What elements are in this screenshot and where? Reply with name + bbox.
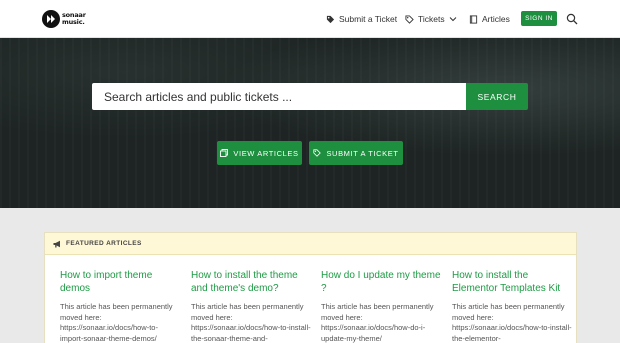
- article-excerpt: This article has been permanently moved …: [321, 302, 434, 343]
- featured-articles-title: FEATURED ARTICLES: [66, 240, 142, 247]
- article-card: How to install the theme and theme's dem…: [191, 269, 311, 343]
- search-box: [92, 83, 467, 110]
- nav-tickets[interactable]: Tickets: [405, 0, 457, 38]
- nav-articles[interactable]: Articles: [469, 0, 510, 38]
- search-input[interactable]: [92, 83, 467, 110]
- article-excerpt: This article has been permanently moved …: [191, 302, 311, 343]
- tag-icon: [313, 149, 322, 157]
- article-title-link[interactable]: How do I update my theme ?: [321, 269, 441, 295]
- featured-articles-header: FEATURED ARTICLES: [45, 233, 576, 255]
- sonaar-logo[interactable]: sonaar music.: [42, 9, 102, 29]
- megaphone-icon: [53, 240, 60, 247]
- chevron-down-icon: [449, 17, 456, 22]
- logo-mark-icon: [42, 10, 60, 28]
- submit-ticket-button[interactable]: SUBMIT A TICKET: [309, 141, 403, 165]
- tag-icon: [326, 15, 335, 23]
- search-button[interactable]: SEARCH: [466, 83, 528, 110]
- article-excerpt: This article has been permanently moved …: [452, 302, 572, 343]
- book-icon: [469, 14, 478, 24]
- article-card: How do I update my theme ? This article …: [321, 269, 441, 343]
- hero-section: SEARCH VIEW ARTICLES SUBMIT A TICKET: [0, 38, 620, 208]
- nav-tickets-label: Tickets: [418, 14, 445, 24]
- article-title-link[interactable]: How to install the Elementor Templates K…: [452, 269, 572, 295]
- search-icon[interactable]: [566, 13, 578, 25]
- hero-background: [0, 38, 620, 208]
- tag-outline-icon: [405, 14, 414, 24]
- article-excerpt: This article has been permanently moved …: [60, 302, 173, 343]
- submit-ticket-label: SUBMIT A TICKET: [326, 148, 399, 158]
- nav-submit-ticket[interactable]: Submit a Ticket: [326, 0, 397, 38]
- article-card: How to import theme demos This article h…: [60, 269, 180, 343]
- logo-text: sonaar music.: [62, 12, 86, 25]
- article-title-link[interactable]: How to install the theme and theme's dem…: [191, 269, 311, 295]
- articles-icon: [220, 149, 229, 157]
- logo-line-2: music.: [62, 17, 85, 26]
- nav-submit-label: Submit a Ticket: [339, 14, 398, 24]
- article-title-link[interactable]: How to import theme demos: [60, 269, 180, 295]
- top-header: sonaar music. Submit a Ticket Tickets Ar…: [0, 0, 620, 38]
- article-card: How to install the Elementor Templates K…: [452, 269, 572, 343]
- view-articles-button[interactable]: VIEW ARTICLES: [217, 141, 302, 165]
- nav-articles-label: Articles: [482, 14, 510, 24]
- view-articles-label: VIEW ARTICLES: [233, 148, 299, 158]
- featured-articles-panel: FEATURED ARTICLES How to import theme de…: [44, 232, 577, 343]
- sign-in-button[interactable]: SIGN IN: [521, 11, 557, 26]
